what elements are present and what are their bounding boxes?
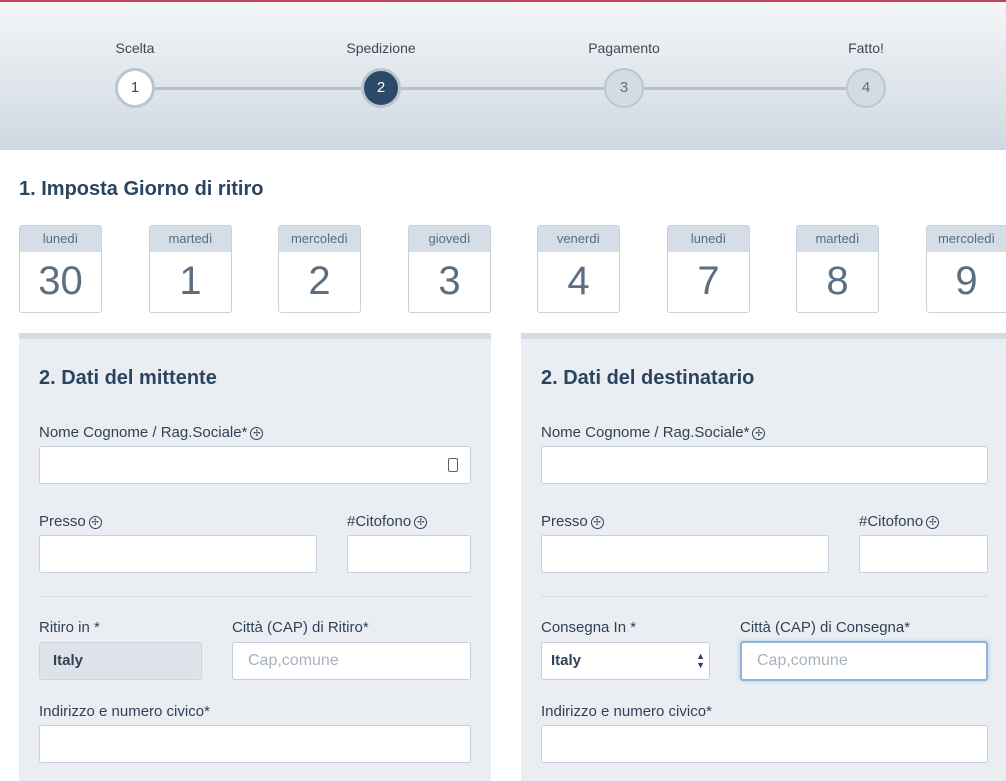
- recipient-section-title: 2. Dati del destinatario: [541, 367, 755, 389]
- day-number: 30: [38, 259, 83, 303]
- recipient-country-label: Consegna In *: [541, 619, 637, 636]
- label-text: Nome Cognome / Rag.Sociale*: [541, 424, 750, 441]
- label-text: #Citofono: [347, 513, 412, 530]
- day-option[interactable]: mercoledì 2: [278, 225, 361, 313]
- recipient-citofono-label: #Citofono ✢: [859, 513, 940, 530]
- recipient-panel: 2. Dati del destinatario Nome Cognome / …: [521, 333, 1006, 781]
- day-option[interactable]: mercoledì 9: [926, 225, 1006, 313]
- sender-citofono-input[interactable]: [347, 535, 471, 573]
- label-text: Presso: [39, 513, 86, 530]
- day-name: venerdì: [538, 226, 619, 252]
- recipient-name-input[interactable]: [541, 446, 988, 484]
- sender-city-label: Città (CAP) di Ritiro*: [232, 619, 369, 636]
- day-name: lunedì: [20, 226, 101, 252]
- help-lifebuoy-icon[interactable]: ✢: [250, 427, 264, 440]
- section-divider: [541, 596, 988, 597]
- sender-citofono-label: #Citofono ✢: [347, 513, 428, 530]
- checkout-stepper: Scelta 1 Spedizione 2 Pagamento 3 Fatto!…: [0, 2, 1006, 150]
- day-option[interactable]: martedì 8: [796, 225, 879, 313]
- sender-name-label: Nome Cognome / Rag.Sociale* ✢: [39, 424, 264, 441]
- select-value: Italy: [551, 652, 582, 669]
- day-name: lunedì: [668, 226, 749, 252]
- recipient-city-label: Città (CAP) di Consegna*: [740, 619, 911, 636]
- day-name: giovedì: [409, 226, 490, 252]
- step-number-circle[interactable]: 2: [361, 68, 401, 108]
- sender-city-input[interactable]: [232, 642, 471, 680]
- day-number: 7: [697, 259, 720, 303]
- sender-panel: 2. Dati del mittente Nome Cognome / Rag.…: [19, 333, 491, 781]
- day-name: mercoledì: [927, 226, 1006, 252]
- help-lifebuoy-icon[interactable]: ✢: [590, 516, 604, 529]
- step-label: Fatto!: [848, 40, 884, 56]
- recipient-citofono-input[interactable]: [859, 535, 988, 573]
- day-name: martedì: [150, 226, 231, 252]
- stepper-track: [135, 87, 866, 90]
- contact-card-icon[interactable]: [448, 458, 458, 472]
- pickup-section-title: 1. Imposta Giorno di ritiro: [19, 178, 264, 200]
- step-number-circle: 4: [846, 68, 886, 108]
- recipient-address-label: Indirizzo e numero civico*: [541, 703, 712, 720]
- step-label: Spedizione: [346, 40, 416, 56]
- day-option[interactable]: martedì 1: [149, 225, 232, 313]
- help-lifebuoy-icon[interactable]: ✢: [414, 516, 428, 529]
- sender-address-input[interactable]: [39, 725, 471, 763]
- day-name: mercoledì: [279, 226, 360, 252]
- sender-presso-label: Presso ✢: [39, 513, 102, 530]
- day-number: 4: [567, 259, 590, 303]
- help-lifebuoy-icon[interactable]: ✢: [752, 427, 766, 440]
- step-number-circle[interactable]: 1: [115, 68, 155, 108]
- recipient-city-input[interactable]: [740, 641, 988, 681]
- help-lifebuoy-icon[interactable]: ✢: [926, 516, 940, 529]
- sender-name-input[interactable]: [39, 446, 471, 484]
- help-lifebuoy-icon[interactable]: ✢: [88, 516, 102, 529]
- day-number: 1: [179, 259, 202, 303]
- sender-country-field: Italy: [39, 642, 202, 680]
- section-divider: [39, 596, 471, 597]
- day-option[interactable]: lunedì 30: [19, 225, 102, 313]
- label-text: Presso: [541, 513, 588, 530]
- recipient-name-label: Nome Cognome / Rag.Sociale* ✢: [541, 424, 766, 441]
- recipient-presso-label: Presso ✢: [541, 513, 604, 530]
- sender-presso-input[interactable]: [39, 535, 317, 573]
- label-text: #Citofono: [859, 513, 924, 530]
- day-option[interactable]: giovedì 3: [408, 225, 491, 313]
- recipient-address-input[interactable]: [541, 725, 988, 763]
- step-label: Scelta: [115, 40, 155, 56]
- recipient-country-select[interactable]: Italy ▲ ▼: [541, 642, 710, 680]
- day-name: martedì: [797, 226, 878, 252]
- day-number: 3: [438, 259, 461, 303]
- label-text: Nome Cognome / Rag.Sociale*: [39, 424, 248, 441]
- day-option[interactable]: venerdì 4: [537, 225, 620, 313]
- step-label: Pagamento: [588, 40, 660, 56]
- sender-address-label: Indirizzo e numero civico*: [39, 703, 210, 720]
- sender-section-title: 2. Dati del mittente: [39, 367, 217, 389]
- day-number: 2: [308, 259, 331, 303]
- recipient-presso-input[interactable]: [541, 535, 829, 573]
- step-number-circle: 3: [604, 68, 644, 108]
- pickup-day-picker: lunedì 30 martedì 1 mercoledì 2 giovedì …: [0, 225, 1006, 315]
- day-option[interactable]: lunedì 7: [667, 225, 750, 313]
- sender-country-label: Ritiro in *: [39, 619, 100, 636]
- day-number: 9: [955, 259, 978, 303]
- select-arrows-icon: ▲ ▼: [696, 651, 705, 670]
- day-number: 8: [826, 259, 849, 303]
